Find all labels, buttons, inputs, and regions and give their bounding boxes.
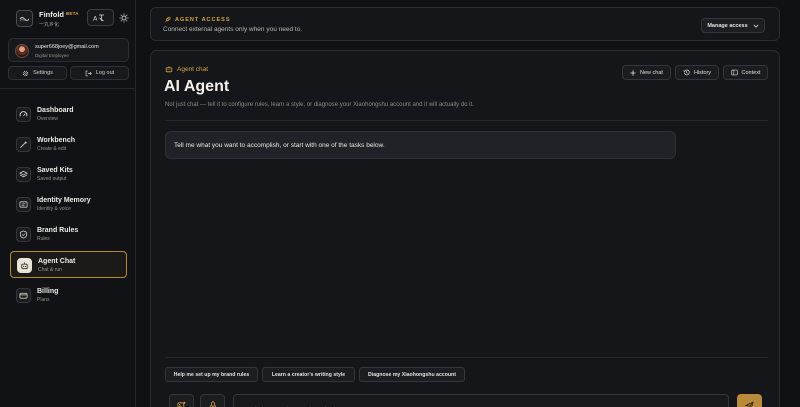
layers-icon xyxy=(16,167,31,182)
translate-icon: A xyxy=(93,14,104,22)
sparkle-wand-icon xyxy=(16,137,31,152)
logo-icon[interactable] xyxy=(16,10,33,27)
account-card[interactable]: super668joey@gmail.com Digital Employee xyxy=(8,38,129,62)
account-email: super668joey@gmail.com xyxy=(35,44,99,50)
logout-icon xyxy=(85,70,92,76)
send-button[interactable] xyxy=(737,394,762,407)
context-button[interactable]: Context xyxy=(723,65,768,80)
sidebar-item-title: Identity Memory xyxy=(37,197,91,204)
svg-text:A: A xyxy=(93,14,98,22)
sidebar-item-title: Agent Chat xyxy=(38,258,76,265)
brand: Finfold BETA 一丸乡化 A xyxy=(14,9,130,31)
sidebar-item-subtitle: Identity & voice xyxy=(37,206,71,212)
sidebar-item-subtitle: Plans xyxy=(37,297,50,303)
agent-chat-panel: Agent chat AI Agent Not just chat — tell… xyxy=(150,50,780,407)
context-label: Context xyxy=(741,69,761,76)
settings-button[interactable]: Settings xyxy=(8,66,67,80)
sidebar-item-workbench[interactable]: Workbench Create & edit xyxy=(10,131,127,158)
suggestion-chip-label: Learn a creator's writing style xyxy=(271,371,346,378)
sun-icon xyxy=(119,13,128,22)
credit-card-icon xyxy=(16,288,31,303)
gauge-icon xyxy=(16,107,31,122)
chevron-down-icon xyxy=(753,24,759,28)
image-add-icon xyxy=(177,401,186,407)
account-role: Digital Employee xyxy=(35,53,69,58)
suggestion-chip-writing-style[interactable]: Learn a creator's writing style xyxy=(262,367,355,382)
sidebar-item-billing[interactable]: Billing Plans xyxy=(10,282,127,309)
send-icon xyxy=(745,400,754,407)
sidebar-item-title: Dashboard xyxy=(37,107,74,114)
sidebar-item-brand-rules[interactable]: Brand Rules Rules xyxy=(10,221,127,248)
manage-access-button[interactable]: Manage access xyxy=(701,18,765,33)
suggestion-chip-brand-rules[interactable]: Help me set up my brand rules xyxy=(165,367,258,382)
settings-label: Settings xyxy=(33,70,53,76)
id-card-icon xyxy=(16,197,31,212)
composer-divider xyxy=(165,357,768,358)
attach-image-button[interactable] xyxy=(169,394,194,407)
manage-access-label: Manage access xyxy=(707,22,748,29)
sidebar-item-agent-chat[interactable]: Agent Chat Chat & run xyxy=(10,251,127,278)
banner-kicker: AGENT ACCESS xyxy=(164,16,231,23)
robot-icon xyxy=(165,66,173,73)
sidebar: Finfold BETA 一丸乡化 A super668joey@gmail.c… xyxy=(0,0,136,407)
shield-icon xyxy=(16,227,31,242)
suggestion-chip-label: Diagnose my Xiaohongshu account xyxy=(368,371,456,378)
brand-subtitle: 一丸乡化 xyxy=(39,22,60,28)
microphone-icon xyxy=(209,400,216,407)
voice-input-button[interactable] xyxy=(200,394,225,407)
robot-icon xyxy=(17,258,32,273)
agent-access-banner: AGENT ACCESS Connect external agents onl… xyxy=(150,7,780,41)
banner-text: Connect external agents only when you ne… xyxy=(163,26,303,33)
plug-icon xyxy=(165,16,171,22)
new-chat-label: New chat xyxy=(640,69,663,76)
theme-toggle-button[interactable] xyxy=(117,9,130,26)
avatar xyxy=(15,44,29,58)
assistant-message: Tell me what you want to accomplish, or … xyxy=(165,131,676,159)
gear-icon xyxy=(22,70,29,76)
plus-icon xyxy=(630,69,636,76)
panel-icon xyxy=(730,69,738,76)
chat-input[interactable] xyxy=(233,394,729,407)
assistant-message-text: Tell me what you want to accomplish, or … xyxy=(174,142,385,149)
suggestion-chip-label: Help me set up my brand rules xyxy=(173,371,250,378)
logout-label: Log out xyxy=(95,70,115,76)
brand-name: Finfold xyxy=(39,10,64,19)
sidebar-item-subtitle: Overview xyxy=(37,116,58,122)
page-description: Not just chat — tell it to configure rul… xyxy=(165,102,474,108)
sidebar-item-dashboard[interactable]: Dashboard Overview xyxy=(10,101,127,128)
sidebar-item-subtitle: Rules xyxy=(37,236,50,242)
header-divider xyxy=(165,120,768,121)
sidebar-item-saved-kits[interactable]: Saved Kits Saved output xyxy=(10,161,127,188)
history-icon xyxy=(683,69,690,76)
sidebar-item-title: Saved Kits xyxy=(37,167,73,174)
history-label: History xyxy=(693,69,712,76)
sidebar-item-subtitle: Chat & run xyxy=(38,267,62,273)
sidebar-item-title: Billing xyxy=(37,288,59,295)
sidebar-item-title: Workbench xyxy=(37,137,75,144)
logout-button[interactable]: Log out xyxy=(70,66,129,80)
panel-kicker: Agent chat xyxy=(165,65,208,73)
panel-kicker-label: Agent chat xyxy=(177,65,209,73)
history-button[interactable]: History xyxy=(675,65,719,80)
page-title: AI Agent xyxy=(164,78,230,95)
sidebar-divider xyxy=(0,88,136,89)
sidebar-item-title: Brand Rules xyxy=(37,227,79,234)
suggestion-chip-diagnose-account[interactable]: Diagnose my Xiaohongshu account xyxy=(359,367,465,382)
sidebar-item-subtitle: Create & edit xyxy=(37,146,67,152)
beta-badge: BETA xyxy=(66,11,79,16)
banner-kicker-label: AGENT ACCESS xyxy=(175,16,231,23)
language-toggle-button[interactable]: A xyxy=(87,9,114,26)
sidebar-item-subtitle: Saved output xyxy=(37,176,67,182)
new-chat-button[interactable]: New chat xyxy=(622,65,671,80)
sidebar-item-identity-memory[interactable]: Identity Memory Identity & voice xyxy=(10,191,127,218)
